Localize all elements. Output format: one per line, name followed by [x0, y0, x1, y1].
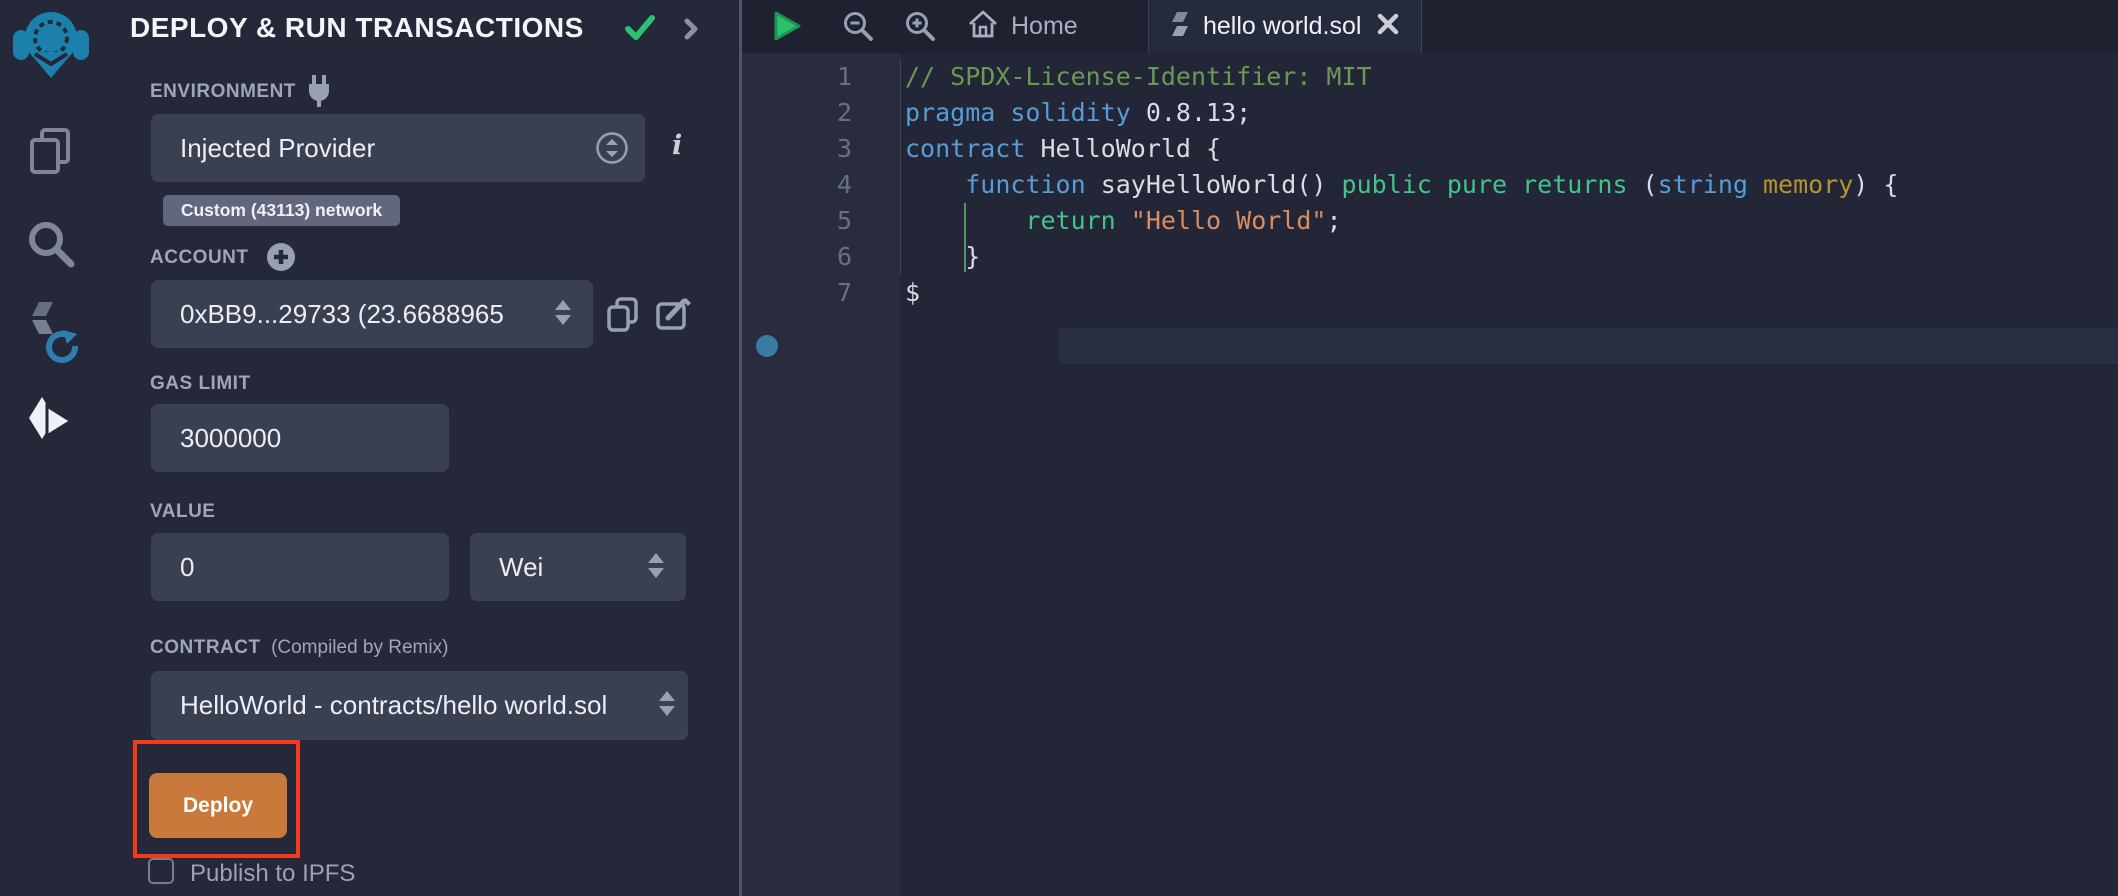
breakpoint-dot[interactable]: [756, 335, 778, 357]
current-line-highlight: [1059, 328, 2118, 364]
edit-account-icon[interactable]: [655, 296, 693, 337]
plug-icon: [304, 74, 334, 113]
account-stepper-icon: [555, 300, 571, 325]
line-number: 5: [837, 203, 852, 239]
home-icon: [967, 9, 999, 44]
gas-limit-value: 3000000: [180, 423, 281, 454]
code-line[interactable]: contract HelloWorld {: [905, 131, 1221, 167]
code-token: }: [905, 242, 980, 271]
code-token: public pure returns: [1342, 170, 1643, 199]
code-token: HelloWorld {: [1040, 134, 1221, 163]
tab-home[interactable]: Home: [967, 0, 1078, 53]
environment-select[interactable]: Injected Provider: [151, 114, 645, 182]
zoom-out-icon[interactable]: [842, 10, 874, 47]
code-token: [905, 206, 1025, 235]
code-token: ;: [1326, 206, 1341, 235]
contract-select[interactable]: HelloWorld - contracts/hello world.sol: [151, 671, 688, 740]
code-token: return: [1025, 206, 1130, 235]
account-value: 0xBB9...29733 (23.6688965: [180, 299, 504, 330]
environment-info-icon[interactable]: i: [672, 130, 682, 161]
deploy-button[interactable]: Deploy: [149, 773, 287, 838]
active-tab-label: hello world.sol: [1203, 12, 1361, 41]
run-script-icon[interactable]: [772, 10, 802, 47]
value-amount: 0: [180, 552, 194, 583]
zoom-in-icon[interactable]: [904, 10, 936, 47]
solidity-compiler-icon[interactable]: [0, 300, 101, 370]
line-number: 6: [837, 239, 852, 275]
solidity-file-icon: [1171, 11, 1189, 42]
publish-ipfs-label[interactable]: Publish to IPFS: [190, 860, 355, 888]
line-number: 4: [837, 167, 852, 203]
compiled-check-icon: [625, 14, 655, 47]
code-token: pragma solidity: [905, 98, 1146, 127]
line-number: 1: [837, 59, 852, 95]
publish-ipfs-checkbox[interactable]: [148, 858, 174, 884]
line-number: 7: [837, 275, 852, 311]
add-account-icon[interactable]: [266, 242, 296, 277]
code-line[interactable]: }: [905, 239, 980, 275]
account-label: ACCOUNT: [150, 247, 249, 269]
file-explorer-icon[interactable]: [0, 126, 101, 176]
remix-logo-icon: [0, 8, 101, 80]
code-token: string: [1658, 170, 1748, 199]
code-line[interactable]: pragma solidity 0.8.13;: [905, 95, 1251, 131]
code-token: [905, 170, 965, 199]
code-token: (: [1643, 170, 1658, 199]
editor-gutter[interactable]: 1234567: [742, 53, 900, 896]
contract-label: CONTRACT: [150, 637, 261, 658]
environment-circle-stepper-icon: [595, 131, 629, 172]
contract-value: HelloWorld - contracts/hello world.sol: [180, 690, 607, 721]
code-token: memory: [1763, 170, 1853, 199]
value-unit: Wei: [499, 552, 543, 583]
code-token: function: [965, 170, 1100, 199]
gutter-border: [900, 59, 901, 275]
code-line[interactable]: return "Hello World";: [905, 203, 1342, 239]
account-select[interactable]: 0xBB9...29733 (23.6688965: [151, 280, 593, 348]
line-number: 3: [837, 131, 852, 167]
code-line[interactable]: function sayHelloWorld() public pure ret…: [905, 167, 1898, 203]
network-badge: Custom (43113) network: [163, 195, 400, 226]
contract-sublabel: (Compiled by Remix): [271, 637, 448, 658]
value-unit-select[interactable]: Wei: [470, 533, 686, 601]
code-token: contract: [905, 134, 1040, 163]
environment-label: ENVIRONMENT: [150, 81, 296, 103]
code-line[interactable]: $: [905, 275, 920, 311]
home-tab-label: Home: [1011, 12, 1078, 41]
code-line[interactable]: // SPDX-License-Identifier: MIT: [905, 59, 1372, 95]
deploy-run-panel: DEPLOY & RUN TRANSACTIONS ENVIRONMENT In…: [101, 0, 739, 896]
copy-account-icon[interactable]: [605, 296, 641, 337]
code-token: // SPDX-License-Identifier: MIT: [905, 62, 1372, 91]
close-tab-icon[interactable]: [1377, 13, 1399, 40]
unit-stepper-icon: [648, 553, 664, 578]
search-icon[interactable]: [0, 219, 101, 269]
editor-tabbar: Home hello world.sol: [742, 0, 2118, 53]
gas-limit-label: GAS LIMIT: [150, 373, 251, 395]
deploy-run-icon[interactable]: [0, 394, 101, 448]
code-token: 0.8.13;: [1146, 98, 1251, 127]
line-number: 2: [837, 95, 852, 131]
panel-chevron-right-icon[interactable]: [683, 18, 699, 45]
page-title: DEPLOY & RUN TRANSACTIONS: [130, 12, 584, 44]
code-token: [1748, 170, 1763, 199]
contract-stepper-icon: [659, 691, 675, 716]
tab-hello-world-sol[interactable]: hello world.sol: [1148, 0, 1422, 53]
value-input[interactable]: 0: [151, 533, 449, 601]
code-token: ) {: [1853, 170, 1898, 199]
gas-limit-input[interactable]: 3000000: [151, 404, 449, 472]
code-token: "Hello World": [1131, 206, 1327, 235]
code-token: sayHelloWorld(): [1101, 170, 1342, 199]
activity-bar: [0, 0, 103, 896]
code-token: $: [905, 278, 920, 307]
editor-region: Home hello world.sol 1234567 /: [742, 0, 2118, 896]
environment-value: Injected Provider: [180, 133, 375, 164]
value-label: VALUE: [150, 501, 215, 523]
